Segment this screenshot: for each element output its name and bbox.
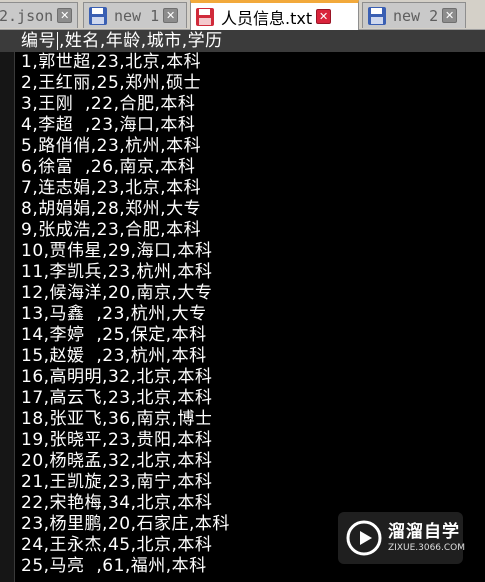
floppy-disk-red-icon xyxy=(196,7,214,26)
text-line[interactable]: 14,李婷 ,25,保定,本科 xyxy=(21,325,485,346)
tab-label: new 1 xyxy=(114,6,160,25)
text-line[interactable]: 1,郭世超,23,北京,本科 xyxy=(21,52,485,73)
tab-label: 2.json xyxy=(0,6,54,25)
text-caret xyxy=(57,32,58,50)
text-line[interactable]: 2,王红丽,25,郑州,硕士 xyxy=(21,73,485,94)
text-line[interactable]: 13,马鑫 ,23,杭州,大专 xyxy=(21,304,485,325)
watermark-url: ZIXUE.3066.COM xyxy=(388,543,466,553)
watermark-title: 溜溜自学 xyxy=(388,522,460,542)
floppy-disk-icon xyxy=(368,6,386,25)
floppy-disk-icon xyxy=(89,6,107,25)
text-line[interactable]: 6,徐富 ,26,南京,本科 xyxy=(21,157,485,178)
close-icon[interactable]: ✕ xyxy=(163,8,179,23)
text-line[interactable]: 20,杨晓孟,32,北京,本科 xyxy=(21,451,485,472)
watermark: 溜溜自学 ZIXUE.3066.COM xyxy=(338,512,465,564)
text-line[interactable]: 17,高云飞,23,北京,本科 xyxy=(21,388,485,409)
header-text-before-caret: 编号 xyxy=(21,31,56,51)
text-editor[interactable]: 编号 ,姓名,年龄,城市,学历 1,郭世超,23,北京,本科 2,王红丽,25,郑州… xyxy=(0,30,485,582)
text-line[interactable]: 5,路俏俏,23,杭州,本科 xyxy=(21,136,485,157)
close-icon[interactable]: ✕ xyxy=(316,9,332,24)
notepad-window: 2.json ✕ new 1 ✕ 人员信息.txt ✕ new 2 ✕ 编号 ,… xyxy=(0,0,485,582)
tab-bar: 2.json ✕ new 1 ✕ 人员信息.txt ✕ new 2 ✕ xyxy=(0,0,485,30)
text-line[interactable]: 10,贾伟星,29,海口,本科 xyxy=(21,241,485,262)
text-line[interactable]: 9,张成浩,23,合肥,本科 xyxy=(21,220,485,241)
text-line[interactable]: 11,李凯兵,23,杭州,本科 xyxy=(21,262,485,283)
text-line[interactable]: 15,赵媛 ,23,杭州,本科 xyxy=(21,346,485,367)
close-icon[interactable]: ✕ xyxy=(442,8,458,23)
text-line[interactable]: 4,李超 ,23,海口,本科 xyxy=(21,115,485,136)
watermark-text: 溜溜自学 ZIXUE.3066.COM xyxy=(388,522,465,554)
tab-new-1[interactable]: new 1 ✕ xyxy=(83,2,187,28)
text-line[interactable]: 16,高明明,32,北京,本科 xyxy=(21,367,485,388)
tab-label: 人员信息.txt xyxy=(221,8,313,28)
tab-new-2[interactable]: new 2 ✕ xyxy=(362,2,466,28)
play-logo-icon xyxy=(346,520,382,556)
text-line[interactable]: 7,连志娟,23,北京,本科 xyxy=(21,178,485,199)
tab-2-json[interactable]: 2.json ✕ xyxy=(0,2,78,28)
text-line[interactable]: 18,张亚飞,36,南京,博士 xyxy=(21,409,485,430)
current-line[interactable]: 编号 ,姓名,年龄,城市,学历 xyxy=(0,30,485,52)
text-line[interactable]: 21,王凯旋,23,南宁,本科 xyxy=(21,472,485,493)
text-line[interactable]: 19,张晓平,23,贵阳,本科 xyxy=(21,430,485,451)
fold-margin xyxy=(0,30,15,582)
tab-renyuan-xinxi[interactable]: 人员信息.txt ✕ xyxy=(190,0,359,30)
text-line[interactable]: 3,王刚 ,22,合肥,本科 xyxy=(21,94,485,115)
editor-lines[interactable]: 编号 ,姓名,年龄,城市,学历 1,郭世超,23,北京,本科 2,王红丽,25,郑州… xyxy=(0,30,485,577)
text-line[interactable]: 8,胡娟娟,28,郑州,大专 xyxy=(21,199,485,220)
header-text-after-caret: ,姓名,年龄,城市,学历 xyxy=(59,31,223,51)
tab-label: new 2 xyxy=(393,6,439,25)
text-line[interactable]: 12,候海洋,20,南京,大专 xyxy=(21,283,485,304)
close-icon[interactable]: ✕ xyxy=(57,8,73,23)
text-line[interactable]: 22,宋艳梅,34,北京,本科 xyxy=(21,493,485,514)
